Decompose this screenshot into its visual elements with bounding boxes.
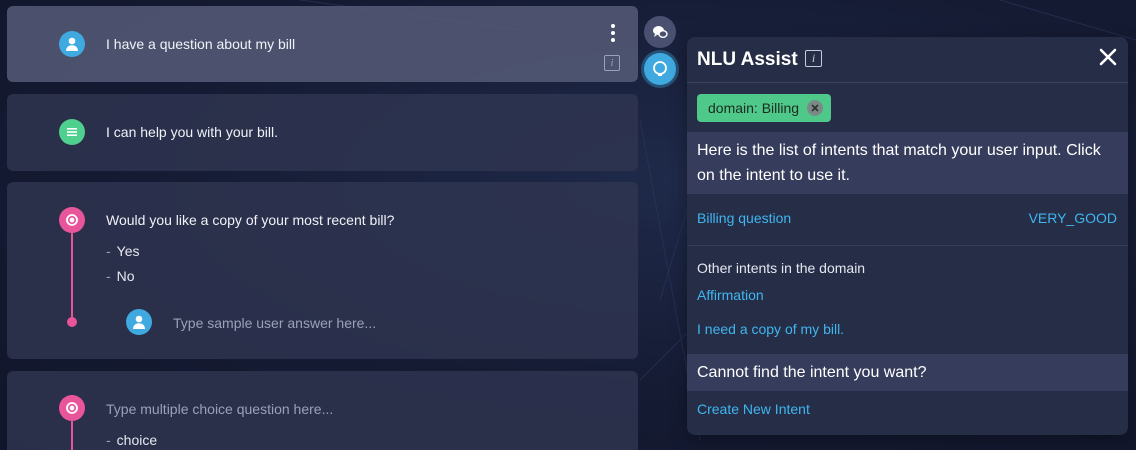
user-turn-card[interactable]: I have a question about my bill i [7,6,638,82]
instructions-band: Here is the list of intents that match y… [687,132,1128,194]
panel-title: NLU Assist [697,49,798,70]
info-icon[interactable]: i [805,50,822,67]
domain-chip-label: domain: Billing [708,100,800,116]
info-icon[interactable]: i [604,55,620,71]
question-input[interactable]: Type multiple choice question here... [106,401,333,417]
question-avatar-icon [59,395,85,421]
match-score: VERY_GOOD [1028,210,1117,226]
intent-link-top-match[interactable]: Billing question [697,210,791,226]
chat-bubbles-icon [653,26,668,38]
nlu-assist-panel: NLU Assist i domain: Billing Here is the… [687,37,1128,435]
question-turn-card[interactable]: Would you like a copy of your most recen… [7,182,638,359]
question-text[interactable]: Would you like a copy of your most recen… [106,212,394,228]
timeline-line [71,421,73,450]
divider [687,245,1128,246]
timeline-dot [67,317,77,327]
bot-avatar-icon [59,119,85,145]
question-turn-card[interactable]: Type multiple choice question here... -c… [7,371,638,450]
bot-turn-card[interactable]: I can help you with your bill. [7,94,638,171]
choice-item[interactable]: - Yes [106,243,140,259]
chat-toggle-button[interactable] [644,16,676,48]
other-intents-label: Other intents in the domain [697,260,866,276]
kebab-menu-icon[interactable] [609,24,617,42]
choice-item[interactable]: - No [106,268,135,284]
nlu-assist-icon [653,61,667,76]
choice-item[interactable]: - choice [106,432,157,448]
timeline-line [71,233,73,319]
nlu-assist-toggle-button[interactable] [644,53,676,85]
intent-link[interactable]: Affirmation [697,287,764,303]
question-avatar-icon [59,207,85,233]
close-icon[interactable] [1096,45,1120,69]
user-utterance[interactable]: I have a question about my bill [106,36,295,52]
user-avatar-icon [59,31,85,57]
not-found-band: Cannot find the intent you want? [687,354,1128,391]
create-intent-link[interactable]: Create New Intent [697,401,810,417]
domain-filter-chip[interactable]: domain: Billing [697,94,832,122]
panel-header: NLU Assist i [687,37,1128,83]
bot-response[interactable]: I can help you with your bill. [106,124,278,140]
instructions-text: Here is the list of intents that match y… [697,142,1101,184]
intent-link[interactable]: I need a copy of my bill. [697,321,844,337]
chip-remove-icon[interactable] [807,100,824,116]
user-avatar-icon [126,309,152,335]
not-found-text: Cannot find the intent you want? [697,364,927,381]
answer-input[interactable]: Type sample user answer here... [173,315,376,331]
